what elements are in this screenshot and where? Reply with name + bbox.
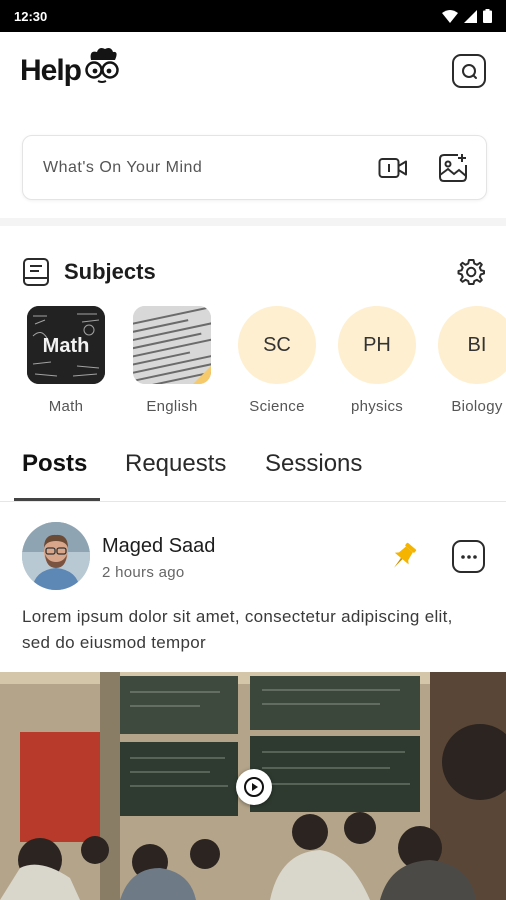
pin-icon	[394, 542, 417, 568]
mascot-glasses-icon	[85, 48, 119, 83]
active-tab-indicator	[14, 498, 100, 501]
subject-english[interactable]: English	[122, 306, 222, 415]
more-icon	[460, 554, 477, 559]
post-timestamp: 2 hours ago	[102, 564, 185, 581]
add-image-icon	[439, 153, 467, 182]
math-image-text: Math	[43, 335, 90, 357]
status-time: 12:30	[14, 8, 48, 24]
tab-posts[interactable]: Posts	[22, 450, 87, 478]
subject-physics[interactable]: PH physics	[327, 306, 427, 415]
subjects-list: Math Math English SC Science PH physics …	[0, 306, 506, 421]
subject-initials-circle: BI	[438, 306, 506, 384]
status-icons	[442, 9, 492, 23]
section-divider	[0, 218, 506, 226]
post-body-text: Lorem ipsum dolor sit amet, consectetur …	[22, 607, 453, 652]
subject-biology[interactable]: BI Biology	[427, 306, 506, 415]
signal-icon	[464, 9, 477, 23]
scan-button[interactable]	[452, 54, 486, 88]
play-icon	[244, 777, 264, 797]
scan-icon	[462, 64, 477, 79]
author-photo	[22, 522, 90, 590]
app-header: Help	[0, 32, 506, 116]
avatar[interactable]	[22, 522, 90, 590]
subject-science[interactable]: SC Science	[227, 306, 327, 415]
math-chalkboard-image: Math	[27, 306, 105, 384]
subject-english-image	[133, 306, 211, 384]
subject-label: Math	[48, 398, 84, 415]
pin-button[interactable]	[386, 540, 420, 579]
status-bar: 12:30	[0, 0, 506, 32]
post-composer[interactable]: What's On Your Mind	[22, 135, 487, 200]
post-video[interactable]	[0, 672, 506, 900]
subject-initials-circle: SC	[238, 306, 316, 384]
composer-actions	[378, 153, 468, 183]
book-icon	[23, 258, 49, 286]
add-image-button[interactable]	[438, 153, 468, 183]
logo-text: Help	[20, 54, 82, 87]
post-more-button[interactable]	[452, 540, 485, 573]
tab-requests[interactable]: Requests	[125, 450, 226, 478]
subjects-settings-button[interactable]	[456, 257, 486, 287]
gear-icon	[457, 259, 485, 285]
subject-math-image: Math	[27, 306, 105, 384]
post-header: Maged Saad 2 hours ago	[22, 522, 486, 594]
app-logo[interactable]: Help	[20, 46, 121, 86]
feed-tabs: Posts Requests Sessions	[0, 440, 506, 502]
subject-label: English	[146, 398, 198, 415]
subject-label: physics	[350, 398, 404, 415]
post-author-name[interactable]: Maged Saad	[102, 535, 215, 558]
play-button[interactable]	[236, 769, 272, 805]
wifi-icon	[442, 9, 458, 23]
subject-initials-circle: PH	[338, 306, 416, 384]
add-video-button[interactable]	[378, 156, 408, 180]
subject-math[interactable]: Math Math	[16, 306, 116, 415]
video-camera-icon	[378, 157, 407, 178]
dictionary-page-image	[133, 306, 211, 384]
tab-sessions[interactable]: Sessions	[265, 450, 362, 478]
subject-label: Science	[249, 398, 305, 415]
subjects-title: Subjects	[64, 259, 156, 284]
subjects-header: Subjects	[22, 252, 486, 292]
battery-icon	[483, 9, 492, 23]
composer-input[interactable]: What's On Your Mind	[43, 159, 202, 177]
subject-label: Biology	[451, 398, 503, 415]
